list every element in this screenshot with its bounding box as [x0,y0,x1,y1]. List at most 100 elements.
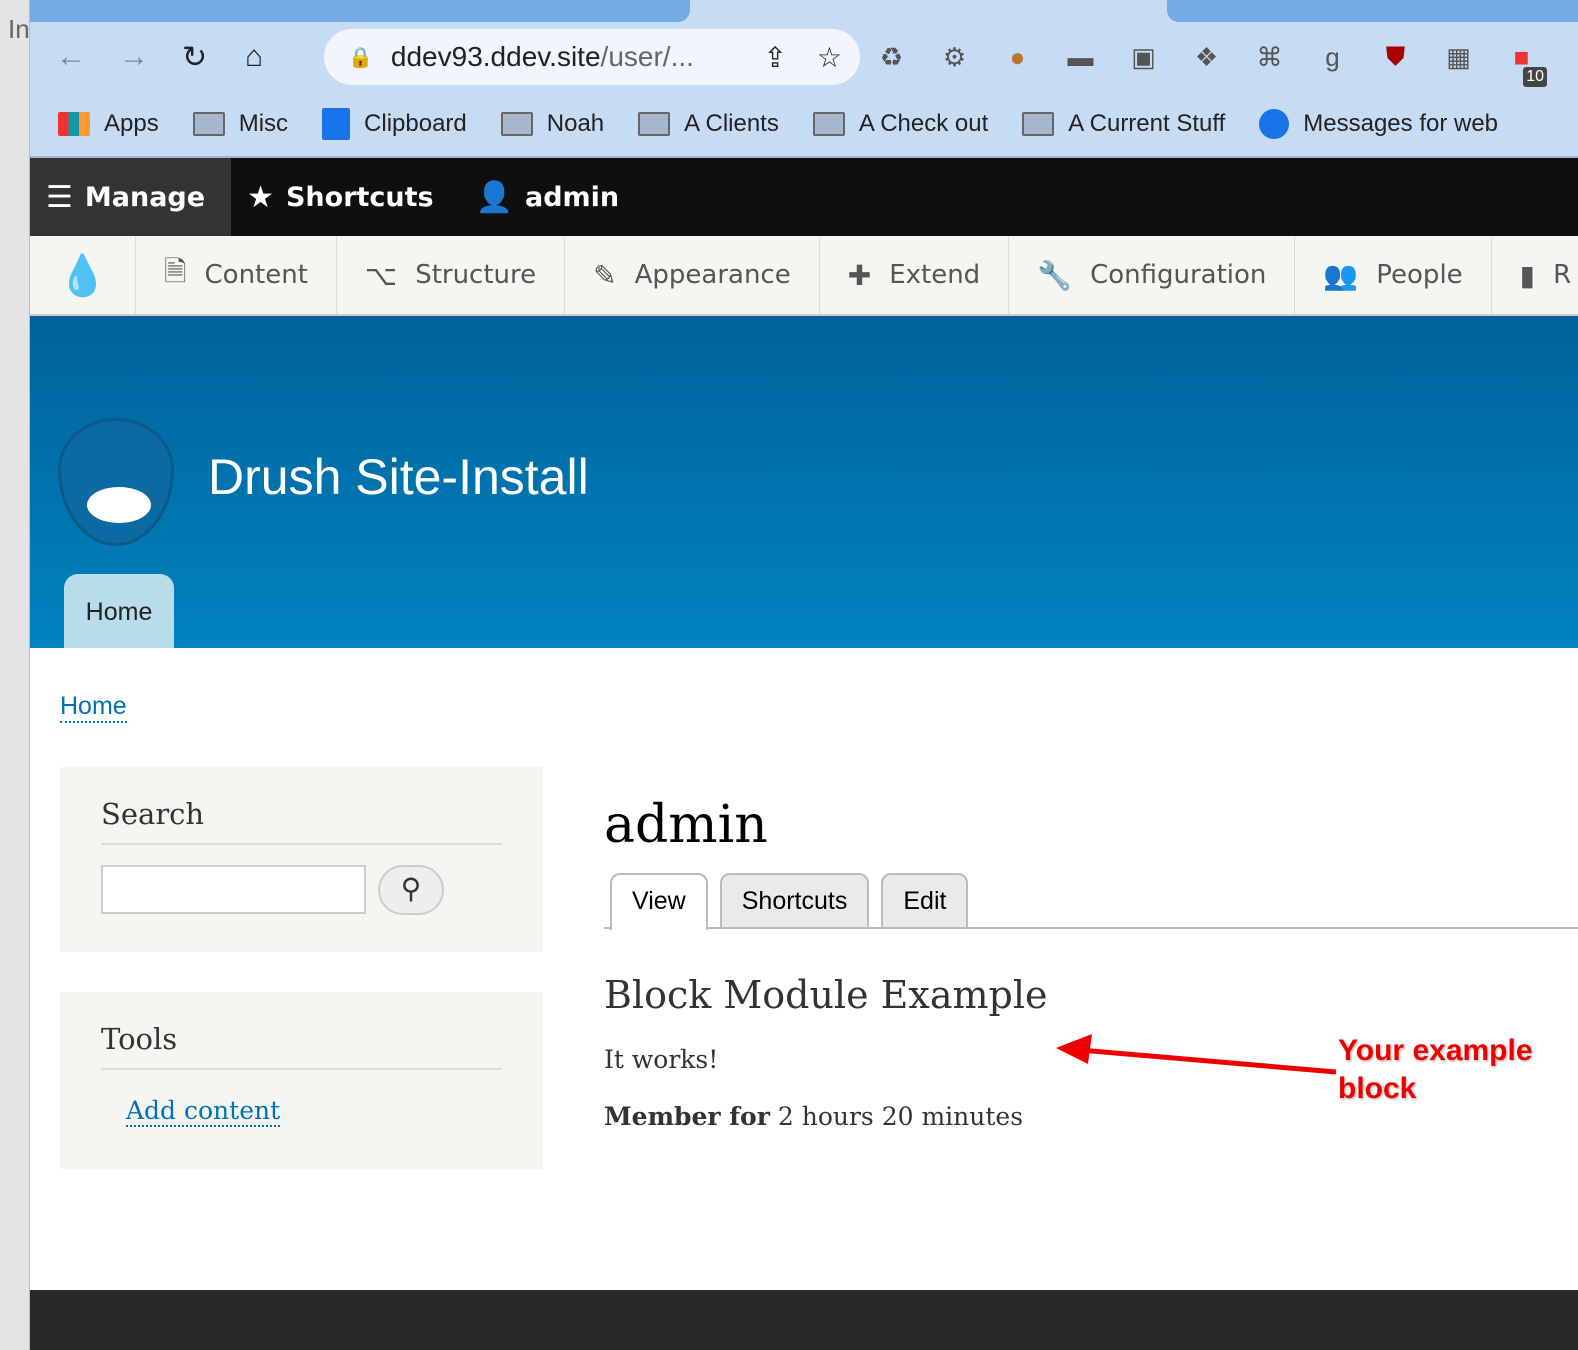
recycle-icon[interactable]: ♻ [860,42,923,73]
bar-chart-icon: ▮ [1519,258,1536,292]
local-tabs: View Shortcuts Edit [604,873,1578,931]
home-icon[interactable]: ⌂ [245,40,308,74]
member-label: Member for [604,1102,770,1131]
bookmarks-bar: Apps Misc Clipboard Noah A Clients A Che… [30,92,1578,158]
tray-content[interactable]: 🗎 Content [136,236,337,314]
lastpass-icon[interactable]: ■ 10 [1490,42,1553,87]
search-input[interactable] [101,865,366,914]
gear-icon[interactable]: ⚙ [923,42,986,73]
puzzle-icon: ✚ [847,258,872,292]
bookmark-label: Noah [546,110,605,137]
dropbox-icon[interactable]: ❖ [1175,42,1238,73]
tray-structure[interactable]: ⌥ Structure [337,236,566,314]
main-menu-home[interactable]: Home [64,574,174,648]
bookmark-label: A Clients [684,110,779,137]
bookmark-label: Clipboard [364,110,467,137]
toolbar-manage[interactable]: ☰ Manage [30,158,232,236]
page-title: admin [604,795,768,855]
bookmark-messages[interactable]: Messages for web [1259,109,1498,139]
tray-label: Configuration [1090,260,1267,290]
tab-view[interactable]: View [610,873,708,931]
tray-label: Content [204,260,308,290]
document-icon [322,108,351,140]
user-icon: 👤 [475,179,513,215]
block-title: Block Module Example [604,973,1048,1017]
search-block: Search ⚲ [60,767,543,952]
bookmark-a-check-out[interactable]: A Check out [812,110,988,138]
toolbar-label: admin [525,181,620,213]
bookmark-a-clients[interactable]: A Clients [638,110,779,138]
tray-label: Extend [889,260,981,290]
bookmark-label: Misc [238,110,289,137]
folder-icon [812,112,845,136]
tray-people[interactable]: 👥 People [1295,236,1492,314]
url-path: /user/... [600,41,694,72]
admin-tray: 💧 🗎 Content ⌥ Structure ✎ Appearance ✚ Exten… [30,236,1578,316]
back-icon[interactable]: ← [56,40,119,74]
tray-appearance[interactable]: ✎ Appearance [565,236,820,314]
annotation-line: Your example [1338,1034,1533,1067]
site-name[interactable]: Drush Site-Install [208,448,589,506]
bookmark-misc[interactable]: Misc [192,110,289,138]
share-icon[interactable]: ⇪ [763,41,786,74]
bookmark-apps[interactable]: Apps [58,110,159,138]
search-button[interactable]: ⚲ [378,865,444,915]
ublock-icon[interactable]: ⛊ [1364,41,1427,73]
qr-code-icon[interactable]: ▦ [1427,42,1490,73]
tray-reports[interactable]: ▮ R [1492,236,1578,314]
command-icon[interactable]: ⌘ [1238,42,1301,73]
annotation-text: Your example block [1338,1032,1533,1108]
browser-toolbar: ← → ↻ ⌂ 🔒 ddev93.ddev.site/user/... ⇪ ☆ … [30,22,1578,92]
tab-edit[interactable]: Edit [881,873,969,929]
browser-tab[interactable] [1167,0,1578,22]
folder-icon [500,112,533,136]
drupal-logo-icon[interactable]: 💧 [30,236,136,314]
file-icon: 🗎 [164,255,187,288]
breadcrumb-home[interactable]: Home [60,692,127,723]
star-icon[interactable]: ☆ [817,41,842,74]
google-icon[interactable]: g [1301,42,1364,73]
cookie-icon[interactable]: ● [986,42,1049,73]
toolbar-label: Shortcuts [285,181,434,213]
paintbrush-icon: ✎ [593,258,617,292]
background-window-edge: In [0,0,30,1350]
hamburger-icon: ☰ [46,179,73,215]
reload-icon[interactable]: ↻ [182,40,245,75]
bookmark-label: A Current Stuff [1068,110,1226,137]
browser-tab[interactable] [30,0,690,22]
tray-extend[interactable]: ✚ Extend [820,236,1010,314]
forward-icon[interactable]: → [119,40,182,74]
people-icon: 👥 [1323,258,1359,292]
address-bar[interactable]: 🔒 ddev93.ddev.site/user/... ⇪ ☆ [324,29,860,85]
apps-grid-icon [58,112,90,136]
tray-label: People [1376,260,1463,290]
bookmark-label: Apps [104,110,159,137]
bookmark-noah[interactable]: Noah [500,110,605,138]
site-footer [30,1290,1578,1350]
folder-icon [192,112,225,136]
admin-toolbar: ☰ Manage ★ Shortcuts 👤 admin [30,158,1578,236]
bookmark-clipboard[interactable]: Clipboard [322,108,467,140]
site-logo[interactable] [58,418,174,546]
add-content-link[interactable]: Add content [126,1096,281,1127]
messages-icon [1259,109,1290,139]
star-icon: ★ [247,179,274,215]
tools-block: Tools Add content [60,992,543,1169]
tray-label: Structure [415,260,537,290]
mask-icon[interactable]: ▬ [1049,42,1112,73]
toolbar-user[interactable]: 👤 admin [460,158,646,236]
bookmark-a-current-stuff[interactable]: A Current Stuff [1022,110,1225,138]
extension-icon[interactable]: ▣ [1112,42,1175,73]
extension-badge: 10 [1523,66,1547,87]
tab-shortcuts[interactable]: Shortcuts [719,873,870,929]
search-block-title: Search [101,797,502,845]
tools-block-title: Tools [101,1022,502,1070]
url-host: ddev93.ddev.site [390,41,601,72]
annotation-arrow [1056,1034,1337,1075]
member-value: 2 hours 20 minutes [777,1102,1024,1131]
toolbar-shortcuts[interactable]: ★ Shortcuts [231,158,460,236]
tray-configuration[interactable]: 🔧 Configuration [1009,236,1296,314]
folder-icon [1022,112,1055,136]
lock-icon: 🔒 [348,46,373,69]
sitemap-icon: ⌥ [364,258,398,292]
